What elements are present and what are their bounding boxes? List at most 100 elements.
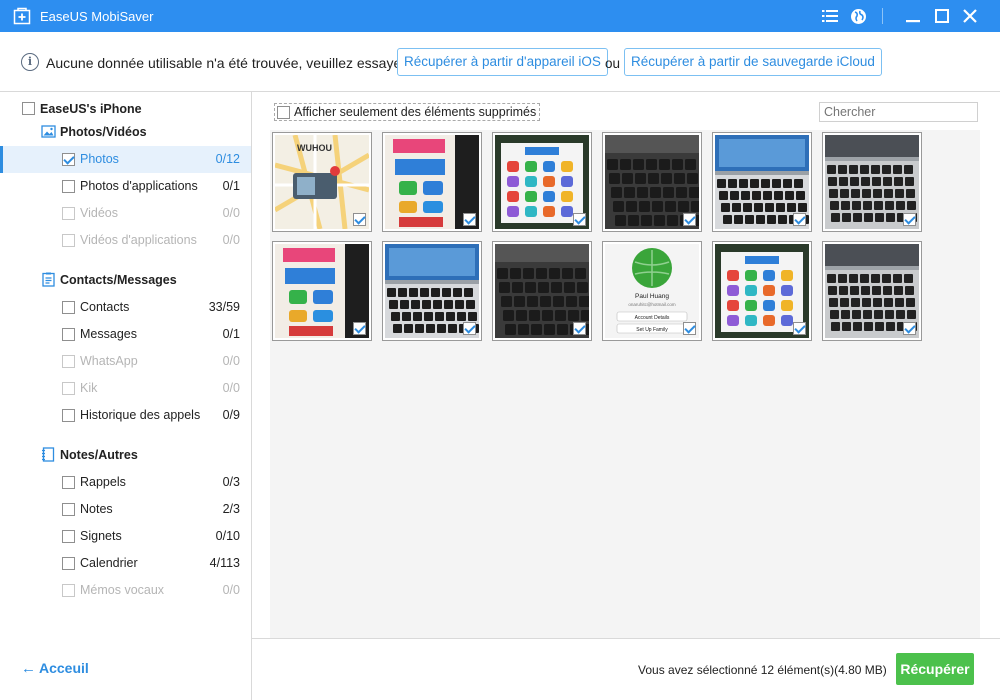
item-count: 4/113	[209, 556, 240, 570]
thumbnail-checkbox[interactable]	[463, 213, 476, 226]
checkbox	[62, 234, 75, 247]
info-icon: i	[21, 53, 39, 71]
sidebar-item-call-history[interactable]: Historique des appels 0/9	[0, 402, 251, 429]
home-back-link[interactable]: ← Acceuil	[21, 660, 89, 677]
item-count: 0/0	[222, 583, 240, 597]
item-label: Photos	[80, 152, 119, 166]
sidebar-item-reminders[interactable]: Rappels 0/3	[0, 469, 251, 496]
photo-thumbnail[interactable]	[712, 132, 812, 232]
selection-summary: Vous avez sélectionné 12 élément(s)(4.80…	[638, 663, 887, 677]
item-label: Signets	[80, 529, 122, 543]
photo-thumbnail[interactable]	[602, 132, 702, 232]
deleted-only-filter[interactable]: Afficher seulement des éléments supprimé…	[274, 103, 541, 121]
titlebar-divider	[882, 8, 883, 24]
device-root[interactable]: EaseUS's iPhone	[22, 101, 142, 117]
sidebar-item-calendar[interactable]: Calendrier 4/113	[0, 550, 251, 577]
item-count: 0/0	[222, 354, 240, 368]
thumbnail-checkbox[interactable]	[683, 213, 696, 226]
sidebar-item-notes[interactable]: Notes 2/3	[0, 496, 251, 523]
category-label: Notes/Autres	[60, 447, 138, 462]
thumbnail-checkbox[interactable]	[683, 322, 696, 335]
item-count: 0/0	[222, 233, 240, 247]
language-button[interactable]	[844, 0, 872, 32]
checkbox[interactable]	[62, 180, 75, 193]
thumbnail-checkbox[interactable]	[353, 322, 366, 335]
photo-thumbnail[interactable]	[712, 241, 812, 341]
checkbox[interactable]	[62, 503, 75, 516]
thumbnail-checkbox[interactable]	[573, 322, 586, 335]
sidebar-item-messages[interactable]: Messages 0/1	[0, 321, 251, 348]
checkbox[interactable]	[62, 530, 75, 543]
recover-ios-button[interactable]: Récupérer à partir d'appareil iOS	[397, 48, 608, 76]
item-count: 0/0	[222, 381, 240, 395]
arrow-left-icon: ←	[21, 660, 36, 677]
list-icon	[822, 10, 838, 22]
item-label: Contacts	[80, 300, 130, 314]
checkbox[interactable]	[62, 328, 75, 341]
recover-icloud-button[interactable]: Récupérer à partir de sauvegarde iCloud	[624, 48, 882, 76]
profile-name: Paul Huang	[635, 293, 669, 300]
maximize-button[interactable]	[928, 0, 956, 32]
footer-bar: Vous avez sélectionné 12 élément(s)(4.80…	[252, 638, 1000, 700]
sidebar-item-whatsapp: WhatsApp 0/0	[0, 348, 251, 375]
filter-checkbox[interactable]	[277, 105, 290, 119]
sidebar: EaseUS's iPhone Photos/Vidéos Photos 0/1…	[0, 92, 252, 700]
photo-thumbnail[interactable]: Paul Huang onaruhitc@hotmail.com Account D…	[602, 241, 702, 341]
item-label: Photos d'applications	[80, 179, 198, 193]
minimize-button[interactable]	[899, 0, 927, 32]
thumbnail-checkbox[interactable]	[903, 213, 916, 226]
item-count: 0/0	[222, 206, 240, 220]
photo-thumbnail[interactable]: WUHOU	[272, 132, 372, 232]
checkbox[interactable]	[62, 153, 75, 166]
recover-button[interactable]: Récupérer	[896, 653, 974, 685]
item-count: 0/9	[222, 408, 240, 422]
thumbnail-checkbox[interactable]	[573, 213, 586, 226]
item-label: Kik	[80, 381, 98, 395]
sidebar-item-bookmarks[interactable]: Signets 0/10	[0, 523, 251, 550]
sidebar-item-contacts[interactable]: Contacts 33/59	[0, 294, 251, 321]
device-checkbox[interactable]	[22, 102, 35, 116]
contacts-icon	[42, 272, 55, 287]
thumbnail-checkbox[interactable]	[793, 322, 806, 335]
item-label: Vidéos	[80, 206, 118, 220]
photo-thumbnail[interactable]	[492, 241, 592, 341]
sidebar-item-photos[interactable]: Photos 0/12	[0, 146, 251, 173]
photo-thumbnail[interactable]	[382, 241, 482, 341]
photo-thumbnail[interactable]	[822, 132, 922, 232]
no-data-message: Aucune donnée utilisable n'a été trouvée…	[46, 55, 406, 71]
photo-thumbnail[interactable]	[492, 132, 592, 232]
photo-thumbnail[interactable]	[822, 241, 922, 341]
search-input[interactable]	[819, 102, 978, 122]
sidebar-item-app-videos: Vidéos d'applications 0/0	[0, 227, 251, 254]
notebook-icon	[42, 447, 55, 462]
checkbox[interactable]	[62, 476, 75, 489]
item-label: WhatsApp	[80, 354, 138, 368]
thumbnail-checkbox[interactable]	[793, 213, 806, 226]
checkbox[interactable]	[62, 409, 75, 422]
device-name: EaseUS's iPhone	[40, 101, 142, 116]
minimize-icon	[906, 20, 920, 23]
category-notes-others: Notes/Autres	[41, 447, 138, 465]
menu-list-button[interactable]	[816, 0, 844, 32]
thumbnail-checkbox[interactable]	[353, 213, 366, 226]
home-label: Acceuil	[39, 660, 89, 676]
checkbox	[62, 584, 75, 597]
thumbnail-checkbox[interactable]	[903, 322, 916, 335]
item-label: Calendrier	[80, 556, 138, 570]
close-icon	[963, 9, 977, 23]
item-label: Historique des appels	[80, 408, 201, 422]
photo-thumbnail[interactable]	[382, 132, 482, 232]
profile-button-2: Set Up Family	[636, 327, 668, 333]
info-bar: i Aucune donnée utilisable n'a été trouv…	[0, 32, 1000, 92]
item-label: Rappels	[80, 475, 126, 489]
category-contacts-messages: Contacts/Messages	[41, 272, 177, 290]
close-button[interactable]	[956, 0, 984, 32]
thumbnail-checkbox[interactable]	[463, 322, 476, 335]
checkbox[interactable]	[62, 301, 75, 314]
profile-button-1: Account Details	[635, 315, 670, 321]
checkbox[interactable]	[62, 557, 75, 570]
photo-thumbnail[interactable]	[272, 241, 372, 341]
sidebar-item-app-photos[interactable]: Photos d'applications 0/1	[0, 173, 251, 200]
sidebar-item-kik: Kik 0/0	[0, 375, 251, 402]
item-count: 0/10	[215, 529, 240, 543]
